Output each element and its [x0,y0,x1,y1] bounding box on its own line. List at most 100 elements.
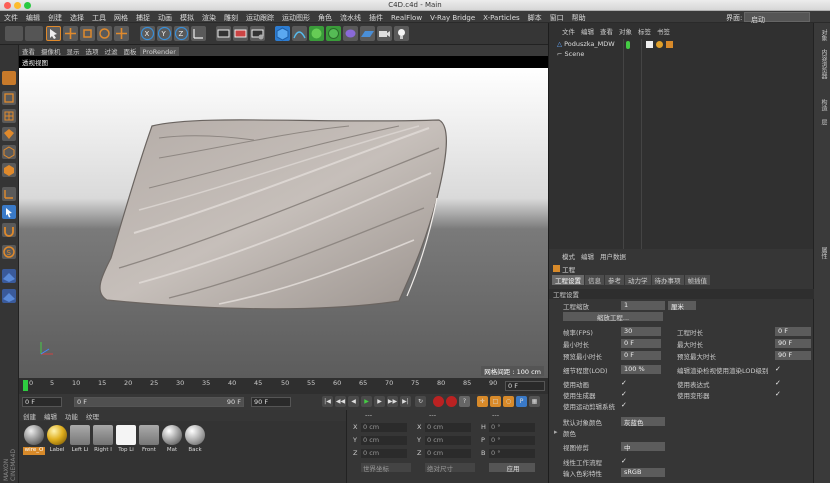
preview-min-time-field[interactable]: 0 F [621,351,661,360]
key-rotation-icon[interactable]: ○ [503,396,514,407]
menu-simulate[interactable]: 模拟 [176,11,198,23]
tweak-mode-icon[interactable] [2,205,16,219]
make-editable-icon[interactable] [2,71,16,85]
viewport-menu-display[interactable]: 显示 [64,45,83,56]
redo-button[interactable] [25,26,43,41]
workplane-icon[interactable]: S [2,245,16,259]
polygons-mode-icon[interactable] [2,163,16,177]
start-frame-field[interactable]: 0 F [22,397,62,407]
texture-mode-icon[interactable] [2,109,16,123]
menu-file[interactable]: 文件 [0,11,22,23]
material-tag-icon[interactable] [646,41,653,48]
preview-min-field[interactable]: 0 F 90 F [74,397,244,407]
use-generators-checkbox[interactable]: ✓ [621,390,629,398]
project-scale-unit-select[interactable]: 厘米 [668,301,696,311]
fps-field[interactable]: 30 [621,327,661,336]
menu-select[interactable]: 选择 [66,11,88,23]
material-swatch[interactable]: Right I [92,425,114,455]
key-scale-icon[interactable]: □ [490,396,501,407]
snap-icon[interactable] [2,223,16,237]
render-picture-viewer-icon[interactable] [233,26,248,41]
edges-mode-icon[interactable] [2,145,16,159]
live-select-icon[interactable] [46,26,61,41]
input-color-profile-select[interactable]: sRGB [621,468,665,477]
default-object-color-select[interactable]: 灰蓝色 [621,417,665,427]
tab-info[interactable]: 信息 [585,275,604,285]
y-axis-icon[interactable]: Y [157,26,172,41]
lod-field[interactable]: 100 % [621,365,661,374]
tab-referencing[interactable]: 参考 [605,275,624,285]
subdivision-surface-icon[interactable] [309,26,324,41]
x-axis-icon[interactable]: X [140,26,155,41]
material-swatch[interactable]: Label [46,425,68,455]
menu-character[interactable]: 角色 [314,11,336,23]
loop-icon[interactable]: ↻ [415,396,426,407]
attr-menu-mode[interactable]: 模式 [559,251,578,261]
pen-spline-icon[interactable] [292,26,307,41]
cube-icon[interactable] [275,26,290,41]
position-y-field[interactable]: 0 cm [361,436,407,445]
axis-mode-icon[interactable] [2,187,16,201]
menu-snap[interactable]: 捕捉 [132,11,154,23]
visibility-dots-icon[interactable] [626,41,630,49]
menu-animate[interactable]: 动画 [154,11,176,23]
key-position-icon[interactable]: ✛ [477,396,488,407]
viewport-menu-filter[interactable]: 过滤 [102,45,121,56]
coordinate-space-select[interactable]: 世界坐标 [361,463,411,473]
current-frame-field[interactable]: 0 F [505,381,545,391]
viewport-menu-panel[interactable]: 面板 [121,45,140,56]
position-x-field[interactable]: 0 cm [361,423,407,432]
z-axis-icon[interactable]: Z [174,26,189,41]
material-swatch[interactable]: Back [184,425,206,455]
menu-motion-tracker[interactable]: 运动跟踪 [242,11,278,23]
next-key-icon[interactable]: ▶▶ [387,396,398,407]
go-to-end-icon[interactable]: ▶| [400,396,411,407]
rotation-b-field[interactable]: 0 ° [489,449,535,458]
material-swatch[interactable]: Left Li [69,425,91,455]
record-keys-icon[interactable] [433,396,444,407]
menu-edit[interactable]: 编辑 [22,11,44,23]
menu-tools[interactable]: 工具 [88,11,110,23]
perspective-viewport[interactable]: 网格间距 : 100 cm [19,68,548,378]
menu-sculpt[interactable]: 雕刻 [220,11,242,23]
side-tab-attributes[interactable]: 属性 [817,247,828,259]
go-to-start-icon[interactable]: |◀ [322,396,333,407]
camera-icon[interactable] [377,26,392,41]
material-swatch[interactable]: wire_O [23,425,45,455]
size-y-field[interactable]: 0 cm [425,436,471,445]
timeline-playhead[interactable] [23,380,28,391]
menu-window[interactable]: 窗口 [546,11,568,23]
play-icon[interactable]: ▶ [361,396,372,407]
material-swatch[interactable]: Top Li [115,425,137,455]
attr-menu-edit[interactable]: 编辑 [578,251,597,261]
project-scale-field[interactable]: 1 [621,301,665,310]
array-icon[interactable] [326,26,341,41]
menu-mesh[interactable]: 网格 [110,11,132,23]
minimum-time-field[interactable]: 0 F [621,339,661,348]
use-expressions-checkbox[interactable]: ✓ [775,379,783,387]
menu-vray-bridge[interactable]: V-Ray Bridge [426,12,479,22]
layout-select[interactable]: 启动 [744,12,810,24]
keyframe-selection-icon[interactable]: ? [459,396,470,407]
grid-icon[interactable] [2,269,16,283]
om-menu-tags[interactable]: 标签 [635,26,654,36]
side-tab-objects[interactable]: 对象 [817,29,828,41]
render-view-icon[interactable] [216,26,231,41]
apply-button[interactable]: 应用 [489,463,535,473]
object-row[interactable]: ⌐ Scene [557,50,584,58]
locked-workplane-icon[interactable] [2,289,16,303]
om-menu-view[interactable]: 查看 [597,26,616,36]
move-tool-icon[interactable] [63,26,78,41]
autokey-icon[interactable] [446,396,457,407]
use-animation-checkbox[interactable]: ✓ [621,379,629,387]
size-x-field[interactable]: 0 cm [425,423,471,432]
render-lod-checkbox[interactable]: ✓ [775,365,783,373]
side-tab-structure[interactable]: 构造 [817,99,828,111]
menu-x-particles[interactable]: X-Particles [479,12,523,22]
om-menu-objects[interactable]: 对象 [616,26,635,36]
undo-button[interactable] [5,26,23,41]
render-settings-icon[interactable] [250,26,265,41]
om-menu-edit[interactable]: 编辑 [578,26,597,36]
coordinate-system-icon[interactable] [191,26,206,41]
timeline-ruler[interactable]: 0 5 10 15 20 25 30 35 40 45 50 55 60 65 … [19,378,548,394]
